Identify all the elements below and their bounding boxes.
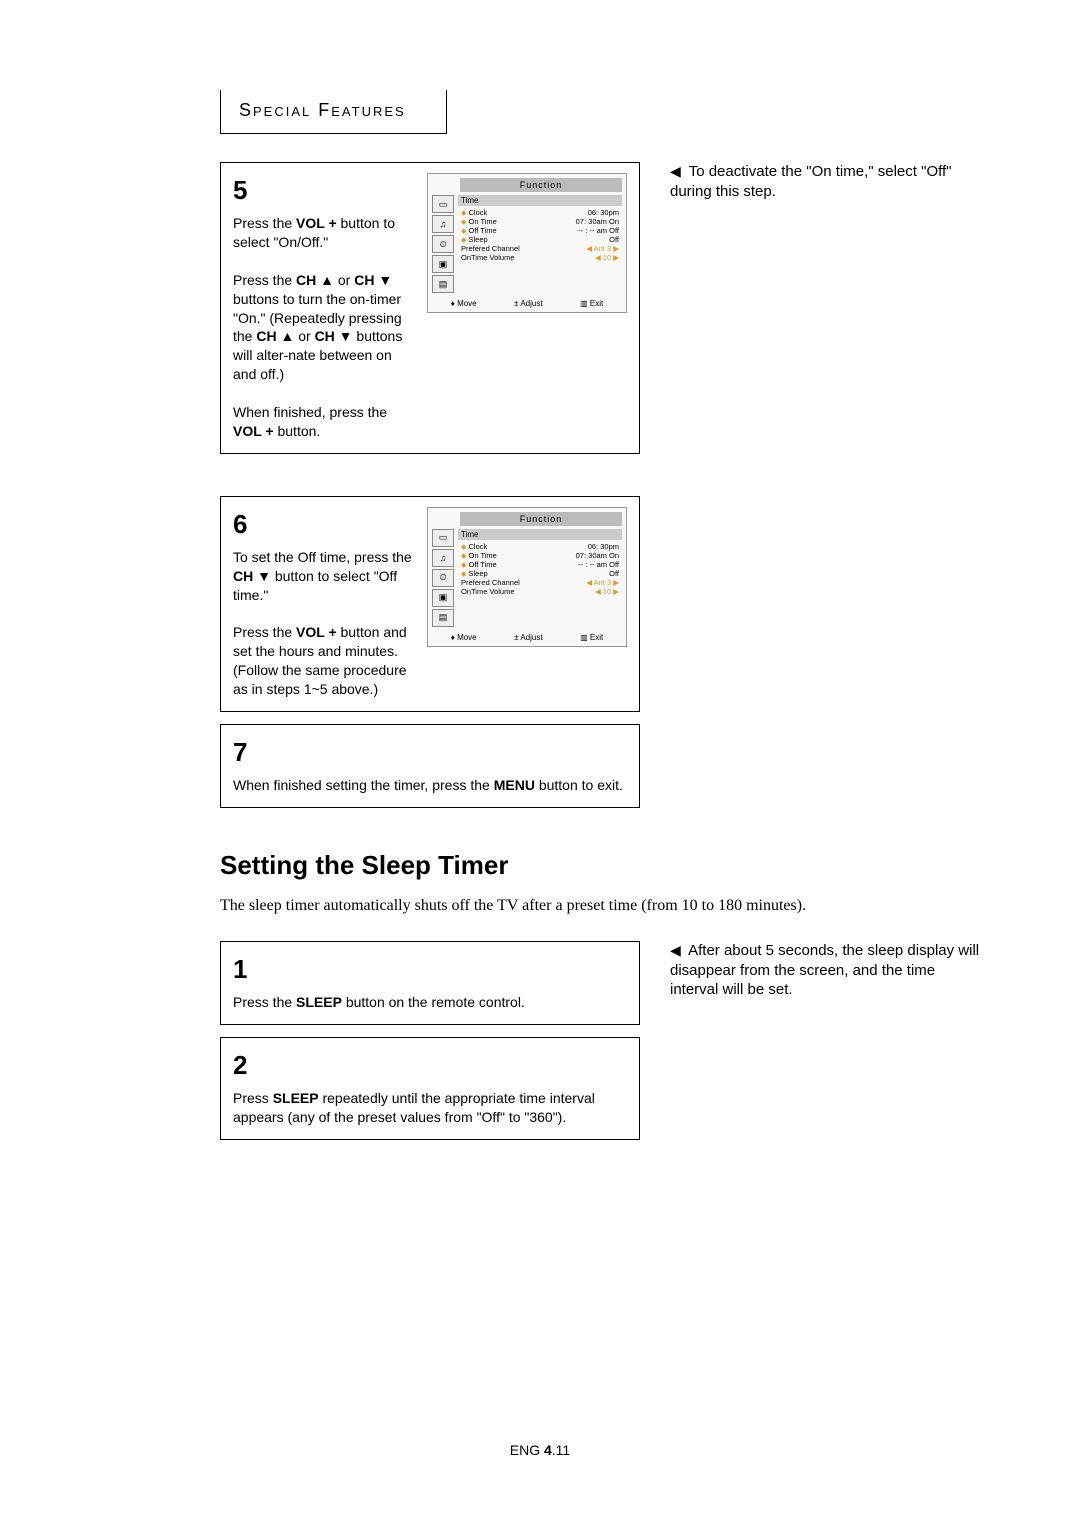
osd-foot-exit-2: ▥ Exit <box>580 633 603 642</box>
osd-row-volume-2: OnTime Volume◀ 10 ▶ <box>458 587 622 596</box>
osd-content-2: Time ◆ Clock06: 30pm ◆ On Time07: 30am O… <box>458 529 622 627</box>
note-arrow-icon-2: ▶ <box>670 941 681 959</box>
osd-row-sleep-2: ◆ SleepOff <box>458 569 622 578</box>
osd-row-volume: OnTime Volume◀ 10 ▶ <box>458 253 622 262</box>
osd-icon-column: ▭ ♫ ⏲ ▣ ▤ <box>432 195 454 293</box>
sleep-timer-heading: Setting the Sleep Timer <box>220 850 980 881</box>
step5-p1: Press the VOL + button to select "On/Off… <box>233 214 415 252</box>
step-s1-box: 1 Press the SLEEP button on the remote c… <box>220 941 640 1025</box>
step5-row: 5 Press the VOL + button to select "On/O… <box>220 162 980 466</box>
step6-p1: To set the Off time, press the CH ▼ butt… <box>233 548 415 605</box>
osd-foot-move: ♦ Move <box>451 299 477 308</box>
section-header-title: Special Features <box>239 100 406 121</box>
osd-row-offtime: ◆ Off Time-- : -- am Off <box>458 226 622 235</box>
osd-row-clock-2: ◆ Clock06: 30pm <box>458 542 622 551</box>
note-arrow-icon: ▶ <box>670 162 681 180</box>
osd-row-ontime: ◆ On Time07: 30am On <box>458 217 622 226</box>
osd-music-icon-2: ♫ <box>432 549 454 567</box>
step7-number: 7 <box>233 735 627 770</box>
sleep-timer-intro: The sleep timer automatically shuts off … <box>220 895 980 917</box>
osd-foot-move-2: ♦ Move <box>451 633 477 642</box>
osd-function-label-2: Function <box>460 512 622 526</box>
osd-foot-exit: ▥ Exit <box>580 299 603 308</box>
step-s2-number: 2 <box>233 1048 627 1083</box>
osd-panel-2: Function ▭ ♫ ⏲ ▣ ▤ Time ◆ Clock06: 30pm … <box>427 507 627 647</box>
step6-text: 6 To set the Off time, press the CH ▼ bu… <box>233 507 415 699</box>
sleep-note: ▶ After about 5 seconds, the sleep displ… <box>670 941 980 1000</box>
note1-text: To deactivate the "On time," select "Off… <box>670 163 952 200</box>
step-s1-number: 1 <box>233 952 627 987</box>
osd-foot-adjust: ± Adjust <box>514 299 542 308</box>
osd-row-ontime-2: ◆ On Time07: 30am On <box>458 551 622 560</box>
osd-foot-adjust-2: ± Adjust <box>514 633 542 642</box>
osd-screen-icon-2: ▣ <box>432 589 454 607</box>
step5-note: ▶ To deactivate the "On time," select "O… <box>670 162 980 201</box>
osd-row-offtime-2: ◆ Off Time-- : -- am Off <box>458 560 622 569</box>
step5-p3: When finished, press the VOL + button. <box>233 403 415 441</box>
osd-clock-icon: ⏲ <box>432 235 454 253</box>
osd-function-label: Function <box>460 178 622 192</box>
osd-music-icon: ♫ <box>432 215 454 233</box>
osd-panel: Function ▭ ♫ ⏲ ▣ ▤ Time ◆ Clock06: 30pm <box>427 173 627 313</box>
step5-osd: Function ▭ ♫ ⏲ ▣ ▤ Time ◆ Clock06: 30pm <box>427 173 627 441</box>
step5-box: 5 Press the VOL + button to select "On/O… <box>220 162 640 454</box>
osd-settings-icon-2: ▤ <box>432 609 454 627</box>
osd-footer-2: ♦ Move ± Adjust ▥ Exit <box>432 629 622 642</box>
osd-screen-icon: ▣ <box>432 255 454 273</box>
step5-text: 5 Press the VOL + button to select "On/O… <box>233 173 415 441</box>
osd-icon-column-2: ▭ ♫ ⏲ ▣ ▤ <box>432 529 454 627</box>
osd-row-channel: Prefered Channel◀ Ant 3 ▶ <box>458 244 622 253</box>
step5-number: 5 <box>233 173 415 208</box>
step6-number: 6 <box>233 507 415 542</box>
osd-row-sleep: ◆ SleepOff <box>458 235 622 244</box>
step5-p2: Press the CH ▲ or CH ▼ buttons to turn t… <box>233 271 415 384</box>
osd-settings-icon: ▤ <box>432 275 454 293</box>
osd-time-header: Time <box>458 195 622 206</box>
osd-time-header-2: Time <box>458 529 622 540</box>
note2-text: After about 5 seconds, the sleep display… <box>670 942 979 998</box>
step-s2-p1: Press SLEEP repeatedly until the appropr… <box>233 1089 627 1127</box>
section-header-box: Special Features <box>220 90 447 134</box>
osd-footer: ♦ Move ± Adjust ▥ Exit <box>432 295 622 308</box>
step7-p1: When finished setting the timer, press t… <box>233 776 627 795</box>
osd-row-channel-2: Prefered Channel◀ Ant 3 ▶ <box>458 578 622 587</box>
osd-tv-icon: ▭ <box>432 195 454 213</box>
step-s2-text: 2 Press SLEEP repeatedly until the appro… <box>233 1048 627 1127</box>
step6-osd: Function ▭ ♫ ⏲ ▣ ▤ Time ◆ Clock06: 30pm … <box>427 507 627 699</box>
step-s2-box: 2 Press SLEEP repeatedly until the appro… <box>220 1037 640 1140</box>
osd-row-clock: ◆ Clock06: 30pm <box>458 208 622 217</box>
step-s1-text: 1 Press the SLEEP button on the remote c… <box>233 952 627 1012</box>
osd-tv-icon-2: ▭ <box>432 529 454 547</box>
step7-text: 7 When finished setting the timer, press… <box>233 735 627 795</box>
step7-box: 7 When finished setting the timer, press… <box>220 724 640 808</box>
sleep-steps-row: 1 Press the SLEEP button on the remote c… <box>220 941 980 1152</box>
osd-clock-icon-2: ⏲ <box>432 569 454 587</box>
step-s1-p1: Press the SLEEP button on the remote con… <box>233 993 627 1012</box>
step6-p2: Press the VOL + button and set the hours… <box>233 623 415 699</box>
step6-box: 6 To set the Off time, press the CH ▼ bu… <box>220 496 640 712</box>
osd-content: Time ◆ Clock06: 30pm ◆ On Time07: 30am O… <box>458 195 622 293</box>
page-footer: ENG 4.11 <box>0 1442 1080 1458</box>
